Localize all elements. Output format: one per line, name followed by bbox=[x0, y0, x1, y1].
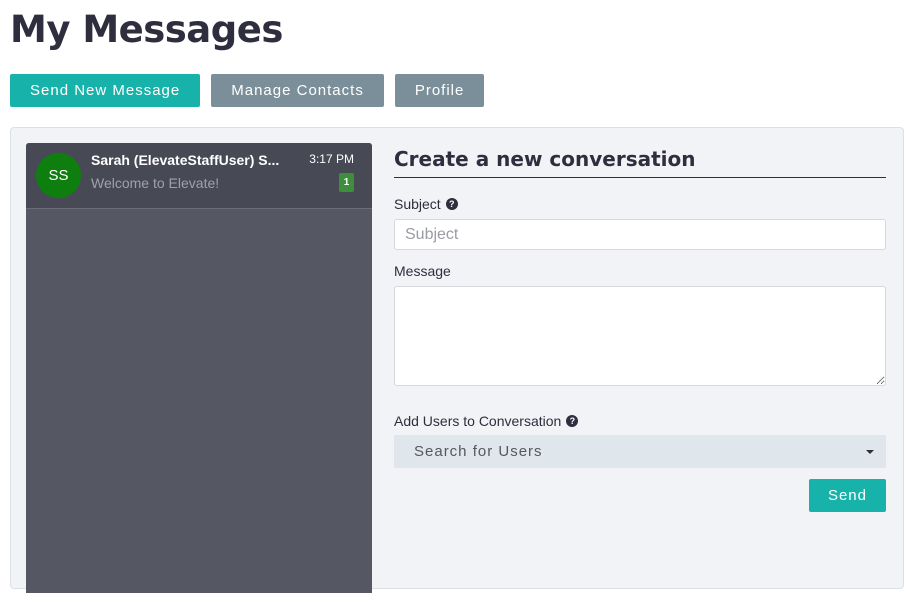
conversation-item[interactable]: SS Sarah (ElevateStaffUser) S... 3:17 PM… bbox=[26, 143, 372, 209]
message-label-text: Message bbox=[394, 263, 451, 279]
toolbar: Send New Message Manage Contacts Profile bbox=[10, 74, 495, 107]
caret-down-icon bbox=[866, 450, 874, 454]
manage-contacts-button[interactable]: Manage Contacts bbox=[211, 74, 384, 107]
user-search-select[interactable]: Search for Users bbox=[394, 435, 886, 468]
add-users-label-text: Add Users to Conversation bbox=[394, 413, 562, 429]
send-button[interactable]: Send bbox=[808, 479, 886, 512]
subject-label-text: Subject bbox=[394, 196, 441, 212]
unread-badge: 1 bbox=[339, 173, 354, 192]
conversation-time: 3:17 PM bbox=[309, 152, 354, 166]
conversation-list[interactable]: SS Sarah (ElevateStaffUser) S... 3:17 PM… bbox=[26, 143, 372, 593]
new-conversation-form: Create a new conversation Subject ? Mess… bbox=[394, 143, 886, 512]
subject-input[interactable] bbox=[394, 219, 886, 250]
add-users-label: Add Users to Conversation ? bbox=[394, 413, 886, 429]
question-circle-icon[interactable]: ? bbox=[566, 415, 579, 427]
form-heading: Create a new conversation bbox=[394, 143, 886, 178]
question-circle-icon[interactable]: ? bbox=[445, 198, 458, 210]
page-title: My Messages bbox=[10, 8, 283, 51]
message-textarea[interactable] bbox=[394, 286, 886, 386]
message-label: Message bbox=[394, 263, 886, 279]
send-row: Send bbox=[394, 479, 886, 512]
send-new-message-button[interactable]: Send New Message bbox=[10, 74, 201, 107]
messages-panel: SS Sarah (ElevateStaffUser) S... 3:17 PM… bbox=[10, 127, 904, 593]
user-search-placeholder: Search for Users bbox=[414, 443, 543, 460]
conversation-preview: Welcome to Elevate! bbox=[91, 175, 220, 191]
profile-button[interactable]: Profile bbox=[394, 74, 485, 107]
avatar: SS bbox=[36, 153, 81, 198]
conversation-name: Sarah (ElevateStaffUser) S... bbox=[91, 152, 280, 168]
subject-label: Subject ? bbox=[394, 196, 886, 212]
